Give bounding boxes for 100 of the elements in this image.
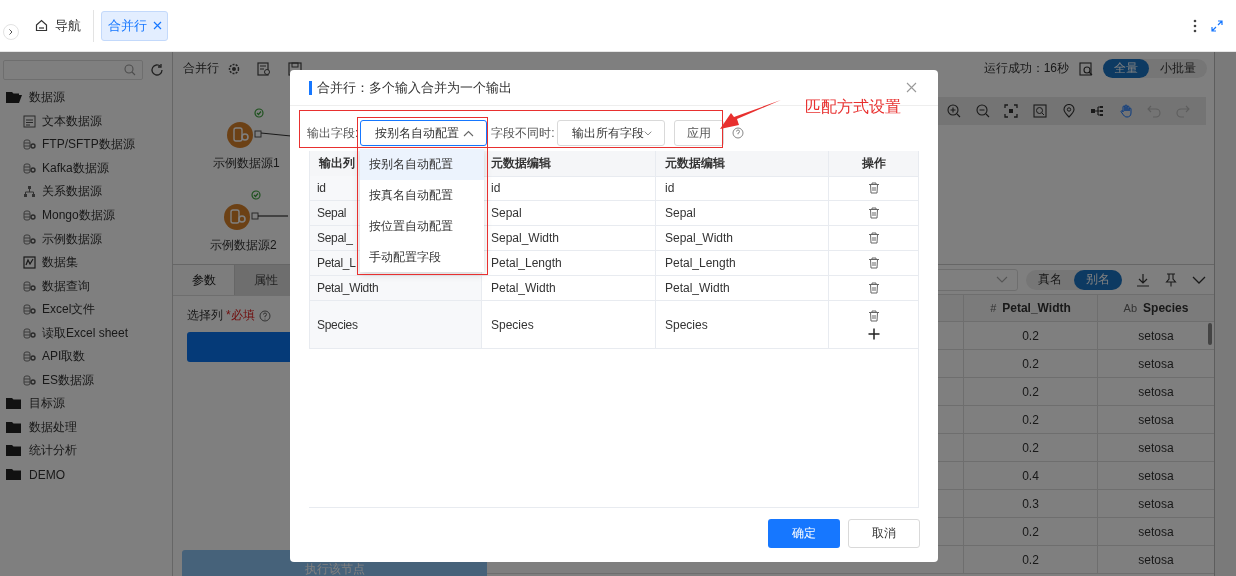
column-header[interactable]: # Petal_Width (963, 295, 1097, 321)
scrollbar-thumb[interactable] (1208, 323, 1212, 345)
search-icon[interactable] (1032, 104, 1047, 118)
match-mode-select[interactable]: 按别名自动配置 (360, 120, 488, 146)
mismatch-select[interactable]: 输出所有字段 (556, 120, 665, 146)
table-cell: 0.2 (963, 350, 1097, 377)
field-label: 选择列 (187, 307, 223, 324)
pin-icon[interactable] (1164, 272, 1178, 287)
table-cell: setosa (1097, 490, 1214, 517)
database-icon (23, 280, 36, 292)
tree-folder[interactable]: 统计分析 (0, 439, 172, 463)
delete-icon[interactable] (867, 257, 880, 269)
tree-item[interactable]: Kafka数据源 (0, 156, 172, 181)
field-label: 输出字段: (307, 124, 359, 142)
table-cell: Species (656, 301, 829, 349)
delete-icon[interactable] (867, 282, 880, 294)
download-icon[interactable] (1136, 272, 1150, 287)
database-icon (23, 162, 36, 174)
close-icon[interactable] (906, 82, 917, 93)
add-icon[interactable] (867, 327, 880, 340)
table-cell: Petal_Width (482, 276, 656, 301)
table-cell: Sepal_Width (656, 226, 829, 251)
document-icon[interactable] (257, 61, 271, 76)
tree-item[interactable]: 文本数据源 (0, 109, 172, 134)
mode-toggle[interactable]: 小批量 (1149, 59, 1207, 78)
database-icon (23, 351, 36, 363)
help-icon[interactable] (258, 309, 271, 322)
connector-line (258, 213, 288, 219)
delete-icon[interactable] (867, 182, 880, 194)
tree-item[interactable]: 关系数据源 (0, 180, 172, 204)
column-header: 操作 (829, 151, 919, 177)
tree-item[interactable]: FTP/SFTP数据源 (0, 133, 172, 157)
tree-folder[interactable]: 数据处理 (0, 415, 172, 440)
tree-layout-icon[interactable] (1090, 104, 1105, 118)
column-header: 元数据编辑 (482, 151, 656, 177)
panel-tab[interactable]: 参数 (173, 265, 235, 295)
tree-item[interactable]: 数据查询 (0, 274, 172, 298)
database-icon (23, 210, 36, 221)
log-icon[interactable] (1079, 61, 1093, 76)
tree-item[interactable]: 示例数据源 (0, 227, 172, 251)
delete-icon[interactable] (867, 232, 880, 244)
tree-item[interactable]: API取数 (0, 345, 172, 369)
chevron-down-icon (996, 276, 1008, 283)
network-icon (23, 185, 36, 199)
tree-item[interactable]: Mongo数据源 (0, 203, 172, 228)
close-icon[interactable] (153, 21, 162, 30)
annotation-text: 匹配方式设置 (805, 97, 901, 117)
table-cell: 0.2 (963, 518, 1097, 545)
hand-icon[interactable] (1118, 104, 1133, 118)
tree-folder[interactable]: DEMO (0, 462, 172, 487)
table-cell: setosa (1097, 406, 1214, 433)
location-pin-icon[interactable] (1061, 104, 1076, 118)
table-cell: 0.2 (963, 378, 1097, 405)
apply-button[interactable]: 应用 (673, 120, 724, 146)
table-cell: setosa (1097, 350, 1214, 377)
gear-icon[interactable] (228, 62, 240, 75)
document-icon (23, 114, 36, 128)
column-header[interactable]: Ab Species (1097, 295, 1214, 321)
success-icon (254, 108, 264, 118)
table-cell: 0.2 (963, 434, 1097, 461)
table-cell: setosa (1097, 518, 1214, 545)
table-cell: Species (482, 301, 656, 349)
help-icon[interactable] (731, 127, 744, 139)
database-icon (23, 327, 36, 339)
zoom-in-icon[interactable] (947, 104, 961, 118)
name-mode-toggle[interactable]: 别名 (1074, 269, 1122, 290)
fullscreen-icon[interactable] (1211, 19, 1223, 32)
table-cell: Species (309, 301, 482, 349)
tree-item[interactable]: ES数据源 (0, 368, 172, 393)
database-icon (23, 139, 36, 151)
chevron-down-icon[interactable] (1192, 274, 1206, 285)
run-status: 运行成功：16秒 (983, 60, 1069, 77)
tree-folder[interactable]: 目标源 (0, 392, 172, 416)
search-field[interactable] (3, 60, 143, 80)
confirm-button[interactable]: 确定 (768, 519, 840, 548)
tree-item[interactable]: 数据集 (0, 250, 172, 275)
tree-folder[interactable]: 数据源 (0, 86, 172, 110)
chevron-down-icon (643, 129, 652, 137)
chevron-right-icon (8, 27, 14, 36)
connector-line (261, 131, 291, 137)
tree-item[interactable]: 读取Excel sheet (0, 321, 172, 345)
database-icon (23, 304, 36, 316)
delete-icon[interactable] (867, 309, 880, 322)
column-header: 元数据编辑 (656, 151, 829, 177)
more-icon[interactable] (1193, 18, 1197, 33)
table-cell: setosa (1097, 546, 1214, 573)
refresh-icon[interactable] (150, 63, 164, 77)
cancel-button[interactable]: 取消 (848, 519, 920, 548)
mode-toggle[interactable]: 全量 (1103, 59, 1149, 78)
table-cell: 0.2 (963, 546, 1097, 573)
name-mode-toggle[interactable]: 真名 (1026, 269, 1074, 290)
delete-icon[interactable] (867, 207, 880, 219)
tree-item[interactable]: Excel文件 (0, 297, 172, 322)
table-cell: 0.2 (963, 406, 1097, 433)
table-cell: id (656, 176, 829, 201)
zoom-out-icon[interactable] (975, 104, 990, 118)
page-tab[interactable]: 合并行 (101, 10, 168, 41)
nav-link[interactable]: 导航 (35, 16, 81, 35)
dropdown-option[interactable]: 按别名自动配置 (360, 149, 484, 180)
fit-view-icon[interactable] (1004, 104, 1019, 118)
